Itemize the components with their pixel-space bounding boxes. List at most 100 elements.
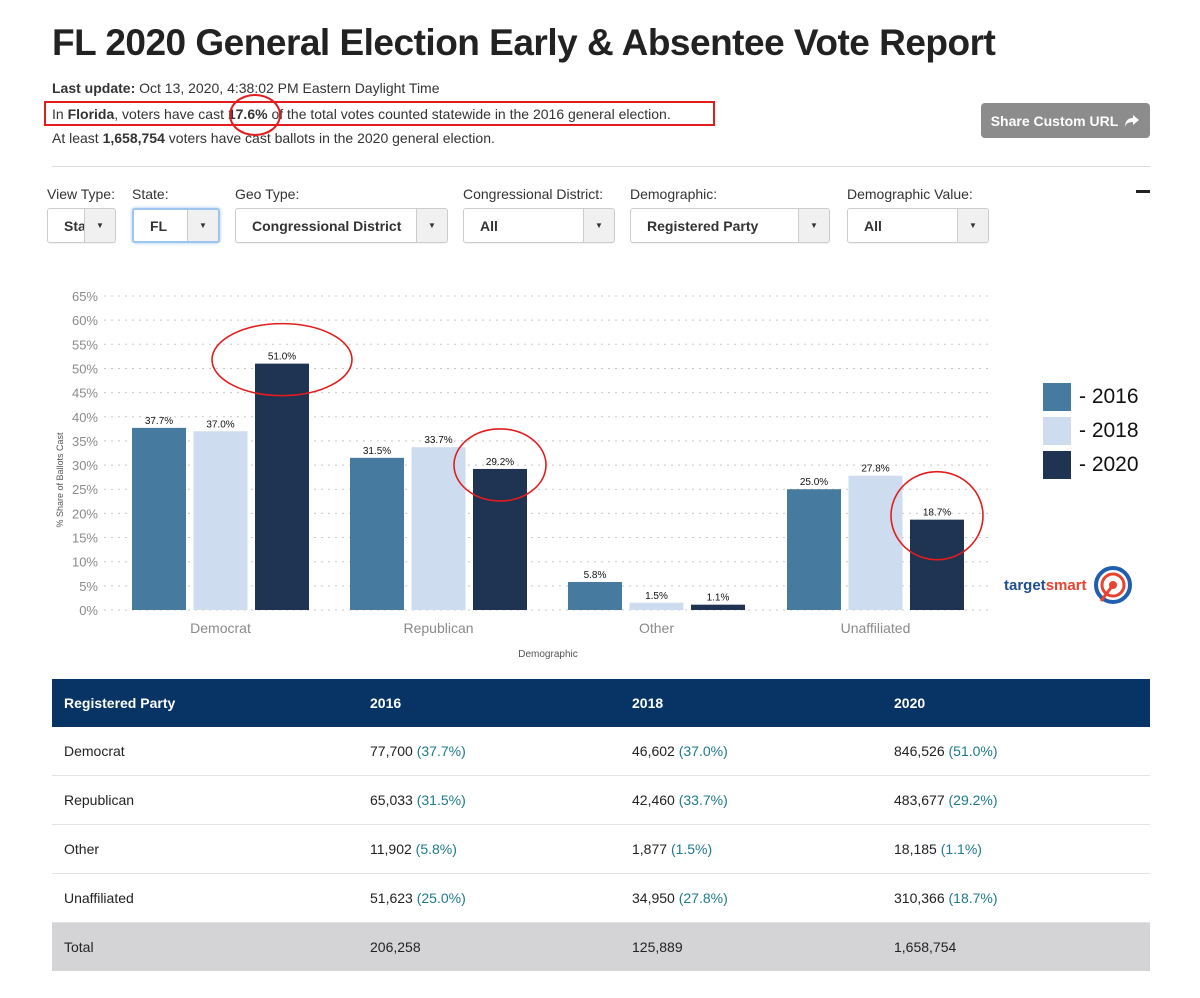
count: 310,366: [894, 890, 945, 906]
caret-down-icon: ▼: [957, 209, 988, 242]
count: 42,460: [632, 792, 675, 808]
percent: (18.7%): [948, 890, 998, 906]
view-type-select[interactable]: Sta ▼: [47, 208, 116, 243]
data-label: 29.2%: [486, 457, 514, 468]
percent: (37.0%): [678, 743, 728, 759]
value-cell: 1,877 (1.5%): [620, 824, 882, 874]
y-tick-label: 20%: [72, 506, 98, 521]
filter-label: View Type:: [47, 186, 115, 202]
select-value: All: [480, 217, 498, 234]
filter-label: Demographic Value:: [847, 186, 973, 202]
y-tick-label: 40%: [72, 410, 98, 425]
count: 1,877: [632, 841, 668, 857]
bar-unaffiliated-2020: [910, 519, 964, 610]
data-label: 5.8%: [584, 570, 607, 581]
filter-label: Geo Type:: [235, 186, 300, 202]
y-tick-label: 25%: [72, 482, 98, 497]
legend-label: - 2016: [1079, 385, 1139, 408]
count: 46,602: [632, 743, 675, 759]
data-label: 25.0%: [800, 477, 828, 488]
y-tick-label: 10%: [72, 555, 98, 570]
y-tick-label: 35%: [72, 434, 98, 449]
value-cell: 77,700 (37.7%): [358, 727, 620, 776]
data-label: 37.7%: [145, 416, 173, 427]
bar-democrat-2020: [255, 363, 309, 610]
share-button-label: Share Custom URL: [990, 112, 1119, 129]
target-bullseye-icon: [1093, 566, 1132, 604]
y-tick-label: 50%: [72, 361, 98, 376]
data-label: 1.5%: [645, 591, 668, 602]
value-cell: 483,677 (29.2%): [882, 775, 1150, 825]
select-value: Registered Party: [647, 217, 759, 234]
caret-down-icon: ▼: [187, 210, 218, 241]
percent: (1.1%): [940, 841, 982, 857]
count: 77,700: [370, 743, 413, 759]
filter-demographic: Demographic: Registered Party ▼: [630, 186, 830, 243]
x-tick-label: Republican: [403, 620, 473, 636]
bar-chart: 0% 5% 10% 15% 20% 25% 30% 35% 40% 45% 50% 55% 60% 65%…: [55, 289, 988, 660]
percent: (29.2%): [948, 792, 998, 808]
bar-unaffiliated-2018: [848, 475, 903, 610]
percent: (25.0%): [416, 890, 466, 906]
x-axis-label: Demographic: [518, 649, 577, 660]
total-label: Total: [52, 922, 358, 971]
annotation-highlight-box: [44, 101, 715, 126]
y-tick-label: 55%: [72, 337, 98, 352]
last-update-label: Last update:: [52, 80, 136, 96]
annotation-highlight-circle: [229, 94, 281, 136]
x-tick-label: Other: [639, 620, 674, 636]
chart-legend: - 2016 - 2018 - 2020: [1043, 380, 1139, 482]
y-tick-label: 30%: [72, 458, 98, 473]
demographic-value-select[interactable]: All ▼: [847, 208, 989, 243]
value-cell: 51,623 (25.0%): [358, 873, 620, 923]
state-select[interactable]: FL ▼: [132, 208, 220, 243]
column-header[interactable]: 2020: [882, 679, 1150, 727]
table-row: Unaffiliated 51,623 (25.0%) 34,950 (27.8…: [52, 873, 1150, 923]
filter-label: State:: [132, 186, 169, 202]
party-cell: Other: [52, 824, 358, 874]
caret-down-icon: ▼: [798, 209, 829, 242]
geo-type-select[interactable]: Congressional District ▼: [235, 208, 448, 243]
total-value: 206,258: [358, 922, 620, 971]
brand-text-target: target: [1004, 576, 1046, 594]
bar-republican-2016: [350, 457, 404, 610]
results-table: Registered Party 2016 2018 2020 Democrat…: [52, 679, 1150, 971]
percent: (1.5%): [670, 841, 713, 857]
data-label: 27.8%: [861, 464, 889, 475]
minus-icon[interactable]: [1136, 190, 1150, 193]
column-header[interactable]: 2018: [620, 679, 882, 727]
count: 65,033: [370, 792, 413, 808]
legend-label: - 2018: [1079, 419, 1139, 442]
ballots-summary: At least 1,658,754 voters have cast ball…: [52, 130, 495, 146]
bar-other-2020: [691, 604, 745, 610]
congressional-district-select[interactable]: All ▼: [463, 208, 615, 243]
select-value: FL: [150, 217, 168, 234]
bar-republican-2020: [473, 468, 527, 610]
legend-item-2018: - 2018: [1043, 414, 1139, 448]
filter-label: Demographic:: [630, 186, 718, 202]
bar-other-2016: [568, 581, 622, 610]
demographic-select[interactable]: Registered Party ▼: [630, 208, 830, 243]
filter-congressional-district: Congressional District: All ▼: [463, 186, 615, 243]
percent: (27.8%): [678, 890, 728, 906]
count: 51,623: [370, 890, 413, 906]
data-label: 18.7%: [923, 508, 951, 519]
summary-text: voters have cast ballots in the 2020 gen…: [164, 130, 495, 146]
total-value: 1,658,754: [882, 922, 1150, 971]
column-header[interactable]: Registered Party: [52, 679, 358, 727]
x-tick-label: Unaffiliated: [841, 620, 911, 636]
count: 18,185: [894, 841, 937, 857]
y-axis-label: % Share of Ballots Cast: [55, 432, 65, 528]
select-value: All: [864, 217, 882, 234]
legend-label: - 2020: [1079, 453, 1139, 476]
filter-view-type: View Type: Sta ▼: [47, 186, 116, 243]
legend-swatch-2018: [1043, 417, 1071, 445]
y-tick-label: 5%: [79, 579, 98, 594]
share-custom-url-button[interactable]: Share Custom URL: [981, 103, 1150, 138]
value-cell: 65,033 (31.5%): [358, 775, 620, 825]
percent: (37.7%): [416, 743, 466, 759]
data-label: 37.0%: [206, 419, 234, 430]
party-cell: Unaffiliated: [52, 873, 358, 923]
column-header[interactable]: 2016: [358, 679, 620, 727]
party-cell: Republican: [52, 775, 358, 825]
